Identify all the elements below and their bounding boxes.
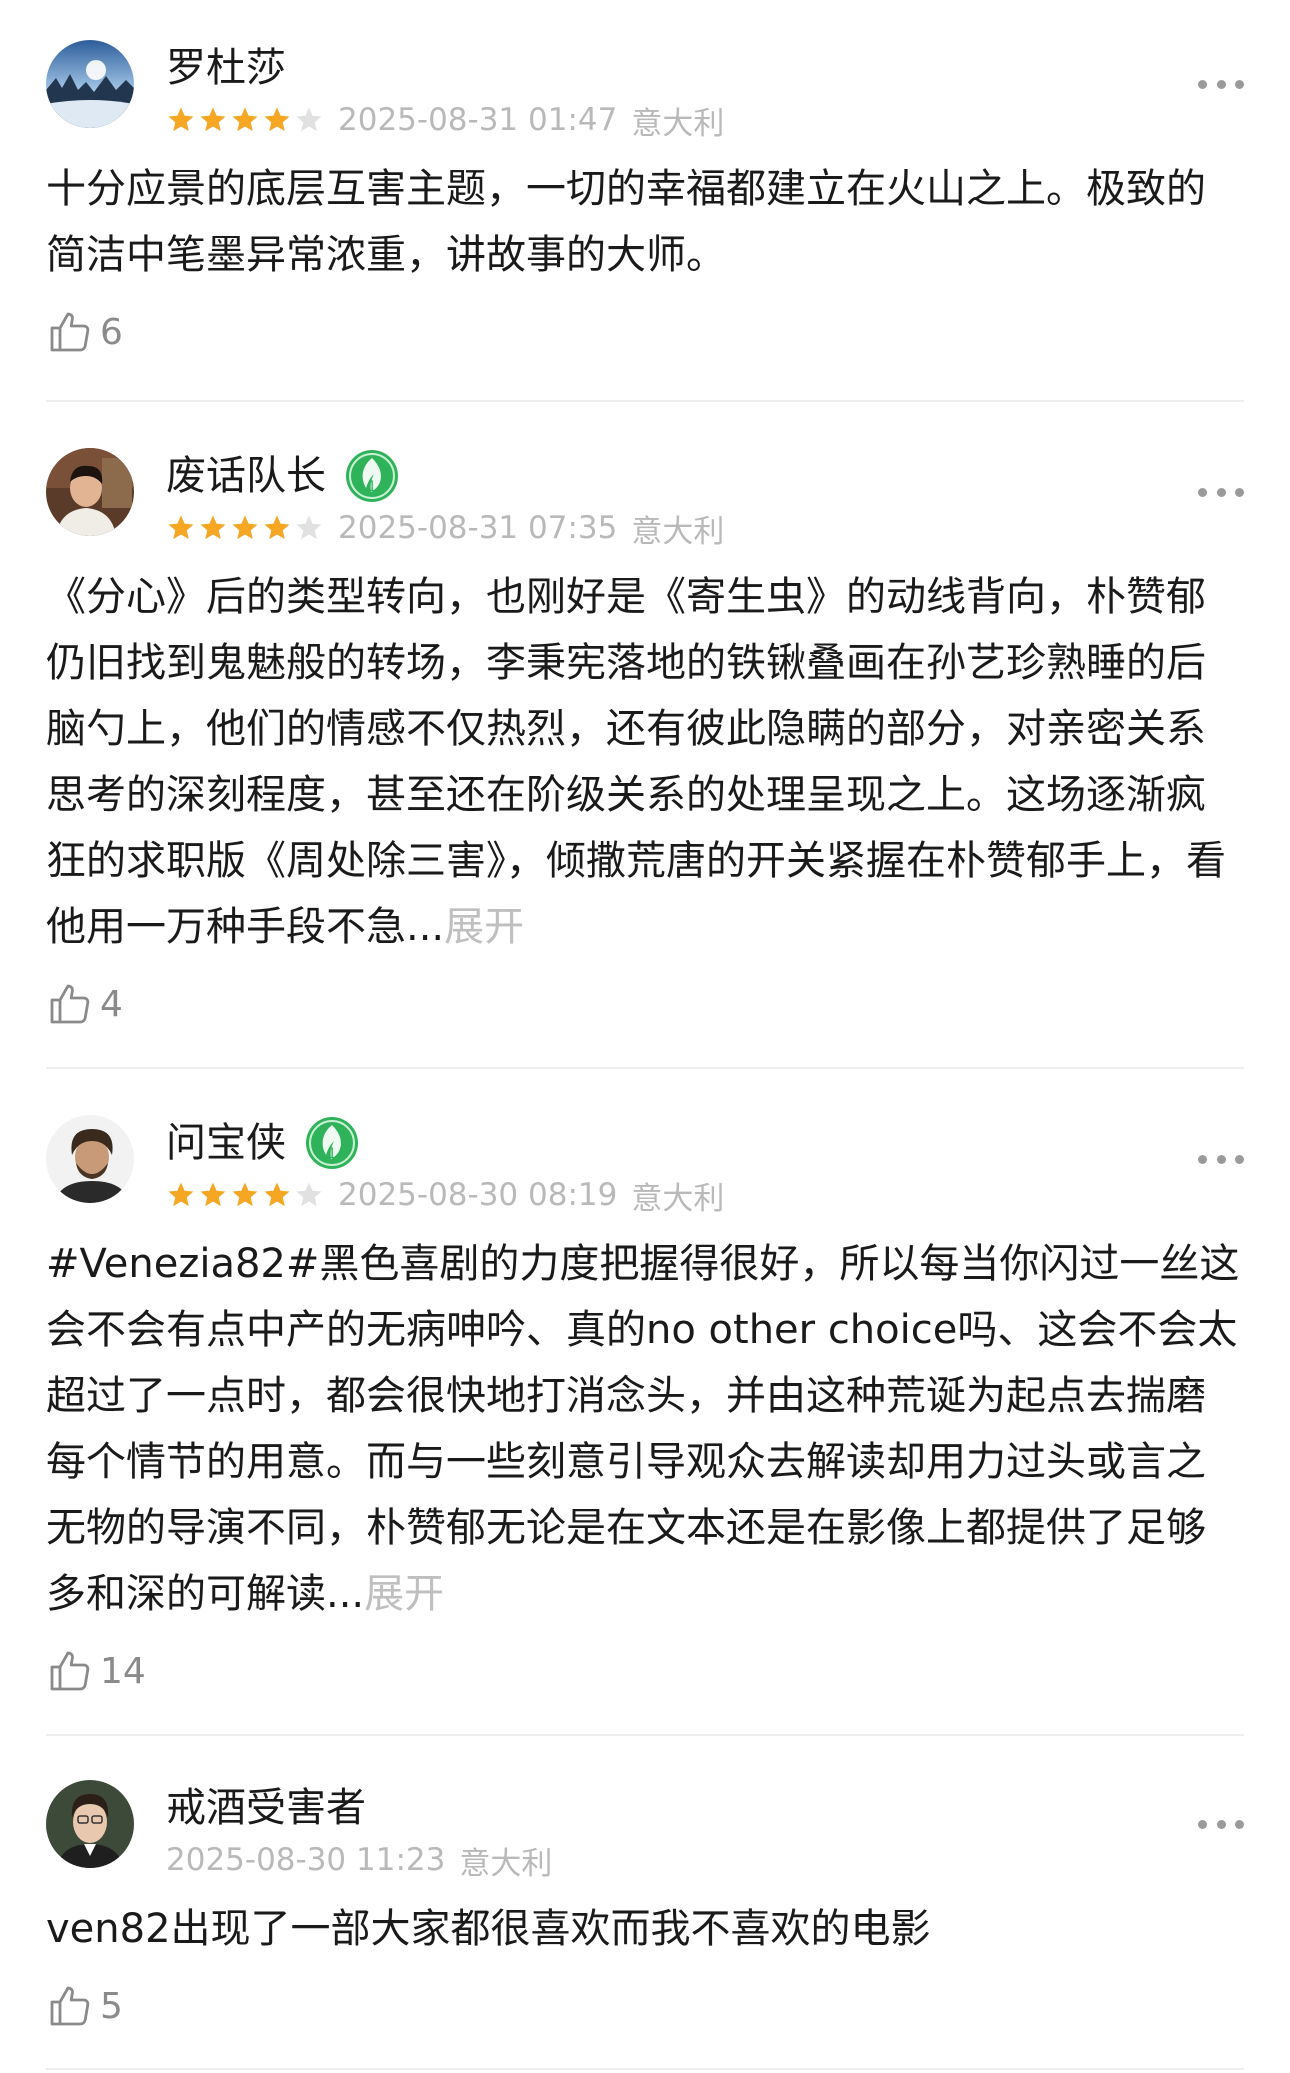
star-icon	[168, 1182, 194, 1207]
like-count: 14	[100, 1650, 146, 1692]
more-dots-icon[interactable]	[1198, 1151, 1244, 1167]
review-meta: 2025-08-30 11:23 意大利	[166, 1840, 553, 1882]
review-date: 2025-08-30 11:23	[166, 1842, 446, 1878]
review-text-body: 十分应景的底层互害主题，一切的幸福都建立在火山之上。极致的简洁中笔墨异常浓重，讲…	[46, 166, 1206, 278]
badge-level: 1	[368, 479, 377, 495]
review-text-body: ven82出现了一部大家都很喜欢而我不喜欢的电影	[46, 1906, 931, 1952]
avatar[interactable]	[46, 40, 134, 128]
star-icon	[168, 515, 194, 540]
star-icon	[232, 515, 258, 540]
avatar[interactable]	[46, 448, 134, 536]
review-text: 《分心》后的类型转向，也刚好是《寄生虫》的动线背向，朴赞郁仍旧找到鬼魅般的转场，…	[46, 564, 1244, 960]
avatar[interactable]	[46, 1115, 134, 1203]
like-button[interactable]: 4	[46, 976, 1244, 1032]
name-row: 戒酒受害者	[166, 1784, 366, 1832]
like-count: 4	[100, 983, 123, 1025]
star-icon	[264, 107, 290, 132]
thumbs-up-icon	[50, 1651, 90, 1691]
star-icon	[200, 1182, 226, 1207]
expand-link[interactable]: 展开	[444, 904, 524, 950]
review-meta: 2025-08-30 08:19 意大利	[166, 1175, 725, 1217]
review-text: #Venezia82#黑色喜剧的力度把握得很好，所以每当你闪过一丝这会不会有点中…	[46, 1231, 1244, 1627]
star-icon	[296, 107, 322, 132]
review-item: 罗杜莎 2025-08-31 01:47 意大利 十分应景的底层互害主题，一切的…	[46, 40, 1244, 360]
like-button[interactable]: 14	[46, 1643, 1244, 1699]
avatar[interactable]	[46, 1780, 134, 1868]
review-item: 问宝侠 1 2025-08-30 08:19 意大利 #Venezia82#黑色…	[46, 1115, 1244, 1699]
star-rating	[166, 105, 324, 135]
star-icon	[264, 1182, 290, 1207]
name-row: 问宝侠 1	[166, 1117, 360, 1169]
username[interactable]: 戒酒受害者	[166, 1784, 366, 1832]
star-icon	[200, 107, 226, 132]
review-text: 十分应景的底层互害主题，一切的幸福都建立在火山之上。极致的简洁中笔墨异常浓重，讲…	[46, 156, 1244, 288]
star-rating	[166, 1180, 324, 1210]
review-meta: 2025-08-31 07:35 意大利	[166, 508, 725, 550]
thumbs-up-icon	[50, 312, 90, 352]
like-button[interactable]: 6	[46, 304, 1244, 360]
star-rating	[166, 513, 324, 543]
divider	[46, 2068, 1244, 2070]
star-icon	[232, 1182, 258, 1207]
star-icon	[168, 107, 194, 132]
expand-link[interactable]: 展开	[364, 1571, 444, 1617]
star-icon	[264, 515, 290, 540]
star-icon	[200, 515, 226, 540]
review-date: 2025-08-31 01:47	[338, 102, 618, 138]
username[interactable]: 废话队长	[166, 452, 326, 500]
review-header: 罗杜莎 2025-08-31 01:47 意大利	[46, 40, 1244, 150]
review-header: 问宝侠 1 2025-08-30 08:19 意大利	[46, 1115, 1244, 1225]
more-dots-icon[interactable]	[1198, 1816, 1244, 1832]
more-dots-icon[interactable]	[1198, 484, 1244, 500]
review-item: 废话队长 1 2025-08-31 07:35 意大利 《分心》后的类型转向，也…	[46, 448, 1244, 1032]
divider	[46, 1734, 1244, 1736]
review-header: 戒酒受害者 2025-08-30 11:23 意大利	[46, 1780, 1244, 1890]
divider	[46, 400, 1244, 402]
review-item: 戒酒受害者 2025-08-30 11:23 意大利 ven82出现了一部大家都…	[46, 1780, 1244, 2034]
leaf-badge-icon: 1	[346, 450, 398, 502]
username[interactable]: 罗杜莎	[166, 44, 286, 92]
star-icon	[296, 1182, 322, 1207]
thumbs-up-icon	[50, 984, 90, 1024]
review-text: ven82出现了一部大家都很喜欢而我不喜欢的电影	[46, 1896, 1244, 1962]
review-date: 2025-08-31 07:35	[338, 510, 618, 546]
badge-level: 1	[328, 1146, 337, 1162]
divider	[46, 1067, 1244, 1069]
star-icon	[296, 515, 322, 540]
review-location: 意大利	[631, 513, 725, 550]
review-location: 意大利	[459, 1845, 553, 1882]
like-count: 5	[100, 1985, 123, 2027]
star-icon	[232, 107, 258, 132]
more-dots-icon[interactable]	[1198, 76, 1244, 92]
review-text-body: #Venezia82#黑色喜剧的力度把握得很好，所以每当你闪过一丝这会不会有点中…	[46, 1241, 1240, 1617]
username[interactable]: 问宝侠	[166, 1119, 286, 1167]
review-date: 2025-08-30 08:19	[338, 1177, 618, 1213]
like-button[interactable]: 5	[46, 1978, 1244, 2034]
name-row: 废话队长 1	[166, 450, 400, 502]
review-text-body: 《分心》后的类型转向，也刚好是《寄生虫》的动线背向，朴赞郁仍旧找到鬼魅般的转场，…	[46, 574, 1226, 950]
review-header: 废话队长 1 2025-08-31 07:35 意大利	[46, 448, 1244, 558]
like-count: 6	[100, 311, 123, 353]
name-row: 罗杜莎	[166, 44, 286, 92]
review-location: 意大利	[631, 1180, 725, 1217]
review-meta: 2025-08-31 01:47 意大利	[166, 100, 725, 142]
leaf-badge-icon: 1	[306, 1117, 358, 1169]
thumbs-up-icon	[50, 1986, 90, 2026]
review-location: 意大利	[631, 105, 725, 142]
review-feed: 罗杜莎 2025-08-31 01:47 意大利 十分应景的底层互害主题，一切的…	[0, 0, 1290, 2073]
